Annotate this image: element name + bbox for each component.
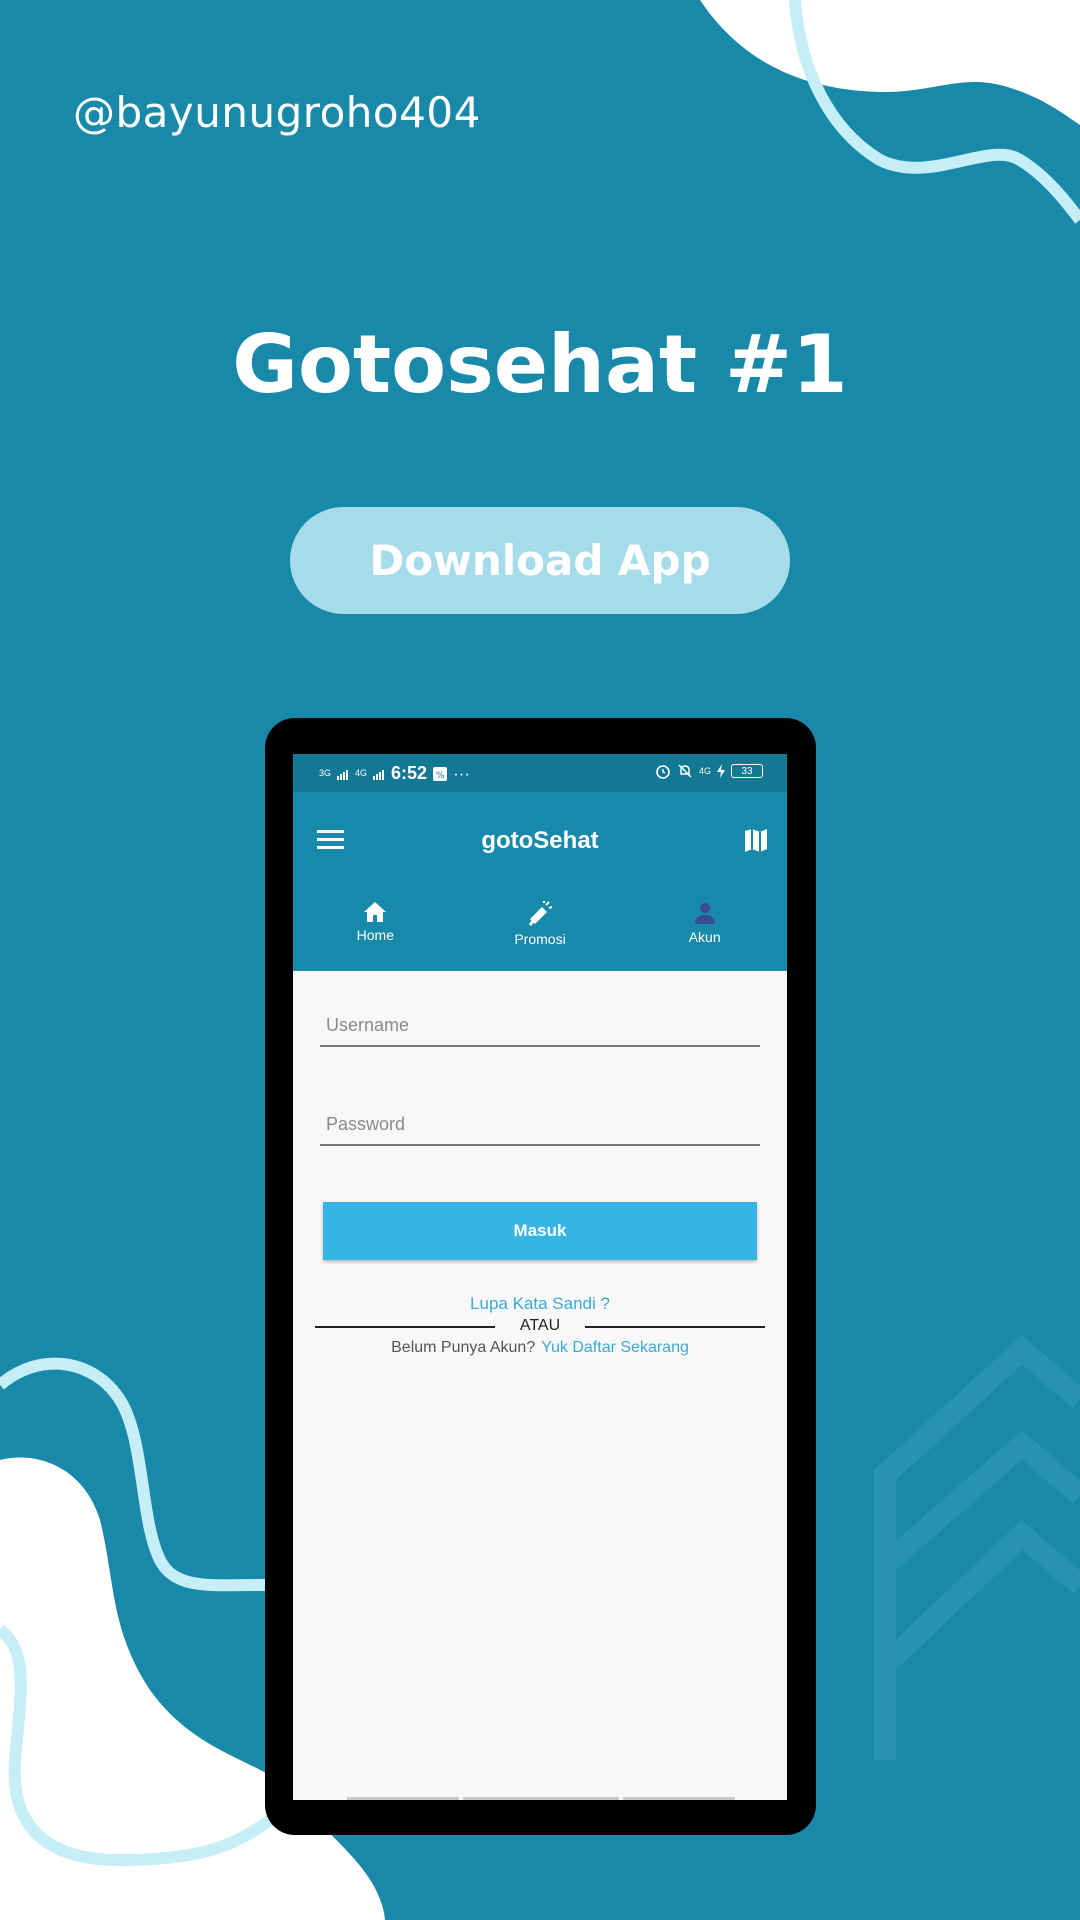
status-time: 6:52 <box>391 763 428 783</box>
megaphone-icon <box>528 901 553 926</box>
tab-akun-label: Akun <box>688 929 721 945</box>
status-bar: 3G 4G 6:52 % ··· 4G 33 <box>293 754 787 792</box>
password-field[interactable]: Password <box>320 1100 760 1146</box>
signal-bars-icon <box>373 769 385 780</box>
forgot-password-link[interactable]: Lupa Kata Sandi ? <box>293 1294 787 1314</box>
download-app-button[interactable]: Download App <box>290 507 790 614</box>
login-button[interactable]: Masuk <box>323 1202 757 1260</box>
battery-level: 33 <box>741 765 753 777</box>
svg-text:%: % <box>436 771 445 781</box>
network-label: 4G <box>698 765 711 776</box>
username-placeholder: Username <box>326 1015 410 1035</box>
map-icon[interactable] <box>743 827 769 853</box>
tab-akun[interactable]: Akun <box>622 889 787 971</box>
page-title: Gotosehat #1 <box>232 318 848 411</box>
tab-home[interactable]: Home <box>293 889 458 971</box>
tab-promosi[interactable]: Promosi <box>458 889 623 971</box>
person-icon <box>694 903 715 924</box>
password-placeholder: Password <box>326 1114 406 1134</box>
signal-4g-label: 4G <box>355 768 368 778</box>
nav-indicator <box>347 1797 735 1800</box>
notification-icon: % <box>433 766 448 781</box>
phone-screen: 3G 4G 6:52 % ··· 4G 33 gotoSehat Home Pr… <box>293 754 787 1800</box>
phone-mockup: 3G 4G 6:52 % ··· 4G 33 gotoSehat Home Pr… <box>265 718 816 1835</box>
username-field[interactable]: Username <box>320 1001 760 1047</box>
alarm-icon <box>656 765 670 779</box>
more-notifications: ··· <box>453 763 471 783</box>
or-label: ATAU <box>519 1317 561 1334</box>
charging-icon <box>717 764 725 778</box>
tab-bar: Home Promosi Akun <box>293 889 787 971</box>
signal-bars-icon <box>337 769 349 780</box>
app-bar: gotoSehat <box>293 792 787 889</box>
battery-icon: 33 <box>731 764 763 778</box>
register-link[interactable]: Yuk Daftar Sekarang <box>541 1339 689 1356</box>
author-handle: @bayunugroho404 <box>73 88 481 137</box>
app-title: gotoSehat <box>481 827 599 854</box>
no-account-label: Belum Punya Akun? <box>391 1339 536 1356</box>
signal-3g-label: 3G <box>319 768 332 778</box>
register-row: Belum Punya Akun? Yuk Daftar Sekarang <box>293 1339 787 1357</box>
home-icon <box>364 902 387 922</box>
tab-home-label: Home <box>356 927 395 943</box>
mute-icon <box>678 764 692 778</box>
tab-promosi-label: Promosi <box>514 931 566 947</box>
